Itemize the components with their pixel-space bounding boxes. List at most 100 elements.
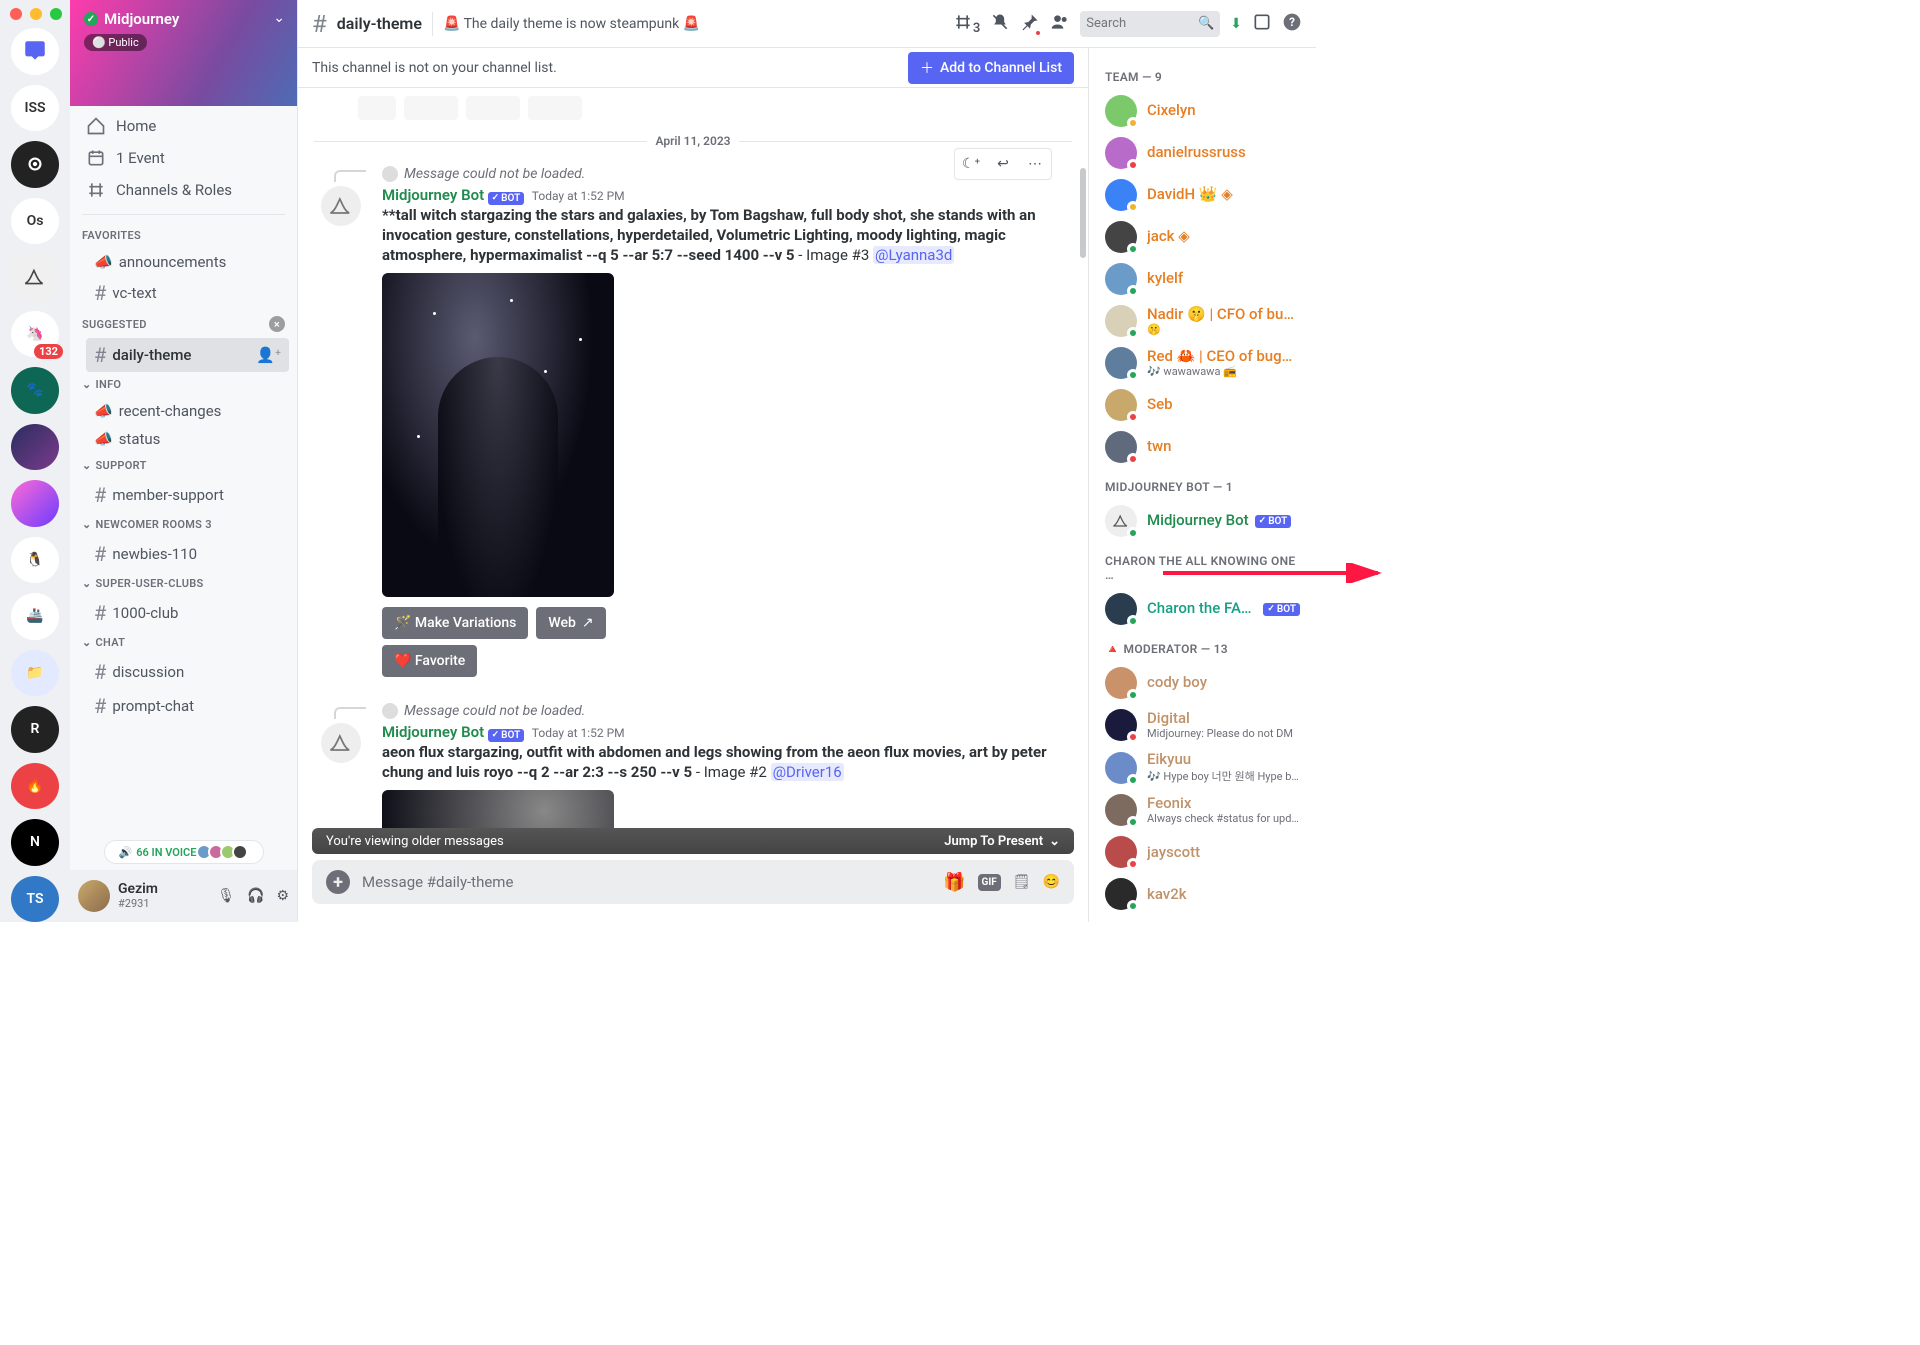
headphones-icon[interactable]: 🎧 <box>247 888 264 904</box>
emoji-icon[interactable]: 😊 <box>1043 874 1060 890</box>
sticker-icon[interactable]: 🗒 <box>1013 874 1031 890</box>
avatar[interactable] <box>321 723 361 763</box>
inbox-icon[interactable] <box>1252 12 1272 36</box>
channel-vc-text[interactable]: #vc-text <box>86 276 289 310</box>
add-to-channel-list-button[interactable]: ＋ Add to Channel List <box>908 52 1074 84</box>
member-item[interactable]: cody boy <box>1097 662 1308 704</box>
mic-icon[interactable]: 🎙 <box>217 888 235 904</box>
member-item[interactable]: kav2k <box>1097 873 1308 915</box>
channel-1000-club[interactable]: #1000-club <box>86 596 289 630</box>
nav-home[interactable]: Home <box>78 110 289 142</box>
category-info[interactable]: ⌄ INFO <box>78 372 289 397</box>
server-dm[interactable] <box>11 28 59 75</box>
member-item[interactable]: Nadir 🤫 | CFO of bug…🤫 <box>1097 300 1308 342</box>
category-superuser[interactable]: ⌄ SUPER-USER-CLUBS <box>78 571 289 596</box>
voice-pill[interactable]: 🔊 66 IN VOICE <box>104 840 264 864</box>
mention[interactable]: @Lyanna3d <box>873 246 954 264</box>
channel-newbies[interactable]: #newbies-110 <box>86 537 289 571</box>
channel-member-support[interactable]: #member-support <box>86 478 289 512</box>
server-os[interactable]: Os <box>11 198 59 245</box>
member-item[interactable]: twn <box>1097 426 1308 468</box>
gear-icon[interactable]: ⚙ <box>276 888 289 904</box>
channel-list-notice: This channel is not on your channel list… <box>298 48 1088 88</box>
make-variations-button[interactable]: 🪄 Make Variations <box>382 607 528 639</box>
jump-to-present-button[interactable]: Jump To Present ⌄ <box>944 834 1060 849</box>
window-controls[interactable] <box>10 8 62 20</box>
server-r[interactable]: R <box>11 706 59 753</box>
notice-text: This channel is not on your channel list… <box>312 60 557 76</box>
nav-channels-roles[interactable]: Channels & Roles <box>78 174 289 206</box>
composer-placeholder: Message #daily-theme <box>362 873 931 891</box>
channel-prompt-chat[interactable]: #prompt-chat <box>86 689 289 723</box>
server-paw[interactable]: 🐾 <box>11 367 59 414</box>
react-icon[interactable]: ☾⁺ <box>955 149 987 179</box>
member-item[interactable]: DigitalMidjourney: Please do not DM <box>1097 704 1308 746</box>
member-item[interactable]: Cixelyn <box>1097 90 1308 132</box>
threads-icon[interactable]: 3 <box>953 12 980 36</box>
channel-daily-theme[interactable]: #daily-theme👤⁺ <box>86 338 289 372</box>
mention[interactable]: @Driver16 <box>771 763 844 781</box>
category-chat[interactable]: ⌄ CHAT <box>78 630 289 655</box>
member-item[interactable]: jack ◈ <box>1097 216 1308 258</box>
server-gradient[interactable] <box>11 424 59 471</box>
svg-text:?: ? <box>1289 15 1295 29</box>
close-icon[interactable]: × <box>269 316 285 332</box>
category-favorites[interactable]: FAVORITES <box>78 223 289 248</box>
more-icon[interactable]: ⋯ <box>1019 149 1051 179</box>
member-item[interactable]: Red 🦀 | CEO of bugs 🐛🎶 wawawawa 📻 <box>1097 342 1308 384</box>
server-midjourney[interactable] <box>11 254 59 301</box>
member-item[interactable]: danielrussruss <box>1097 132 1308 174</box>
server-folder[interactable]: 📁 <box>11 650 59 697</box>
help-icon[interactable]: ? <box>1282 12 1302 36</box>
server-tux[interactable]: 🐧 <box>11 537 59 584</box>
channel-discussion[interactable]: #discussion <box>86 655 289 689</box>
server-n[interactable]: N <box>11 819 59 866</box>
avatar[interactable] <box>78 880 110 912</box>
gift-icon[interactable]: 🎁 <box>943 872 965 893</box>
member-item[interactable]: jayscott <box>1097 831 1308 873</box>
inbox-download-icon[interactable]: ⬇ <box>1230 16 1242 32</box>
category-support[interactable]: ⌄ SUPPORT <box>78 453 289 478</box>
chevron-down-icon[interactable]: ⌄ <box>273 10 285 26</box>
member-item[interactable]: FeonixAlways check #status for upd… <box>1097 789 1308 831</box>
member-item[interactable]: DavidH 👑 ◈ <box>1097 174 1308 216</box>
message-author[interactable]: Midjourney Bot <box>382 186 484 204</box>
channel-recent-changes[interactable]: 📣 recent-changes <box>86 397 289 425</box>
server-ts[interactable]: TS <box>11 876 59 923</box>
member-item[interactable]: Eikyuu🎶 Hype boy 너만 원해 Hype b… <box>1097 746 1308 789</box>
channel-announcements[interactable]: 📣 announcements <box>86 248 289 276</box>
member-charon[interactable]: Charon the FAQ …BOT <box>1097 588 1308 630</box>
member-item[interactable]: Seb <box>1097 384 1308 426</box>
reply-icon[interactable]: ↩ <box>987 149 1019 179</box>
attach-icon[interactable]: + <box>326 870 350 894</box>
channel-sidebar: ✓Midjourney ⚪ Public ⌄ Home 1 Event Chan… <box>70 0 298 922</box>
search-input[interactable]: Search🔍 <box>1080 11 1220 37</box>
avatar[interactable] <box>321 186 361 226</box>
server-ship[interactable]: 🚢 <box>11 593 59 640</box>
favorite-button[interactable]: ❤️ Favorite <box>382 645 477 677</box>
server-iss[interactable]: ISS <box>11 85 59 132</box>
message-composer[interactable]: + Message #daily-theme 🎁 GIF 🗒 😊 <box>312 860 1074 904</box>
channel-status[interactable]: 📣 status <box>86 425 289 453</box>
user-panel: Gezim#2931 🎙 🎧 ⚙ <box>70 870 297 922</box>
server-flame[interactable]: 🔥 <box>11 763 59 810</box>
message-author[interactable]: Midjourney Bot <box>382 723 484 741</box>
generated-image[interactable] <box>382 273 614 597</box>
member-item[interactable]: kylelf <box>1097 258 1308 300</box>
bell-mute-icon[interactable] <box>990 12 1010 36</box>
web-button[interactable]: Web ↗ <box>536 607 605 639</box>
category-newcomer[interactable]: ⌄ NEWCOMER ROOMS 3 <box>78 512 289 537</box>
member-midjourney-bot[interactable]: Midjourney BotBOT <box>1097 500 1308 542</box>
category-suggested[interactable]: SUGGESTED× <box>78 310 289 338</box>
nav-event[interactable]: 1 Event <box>78 142 289 174</box>
members-icon[interactable] <box>1050 12 1070 36</box>
server-banner[interactable]: ✓Midjourney ⚪ Public ⌄ <box>70 0 297 106</box>
server-unicorn[interactable]: 🦄132 <box>11 311 59 358</box>
scrollbar-thumb[interactable] <box>1080 168 1086 258</box>
pin-icon[interactable] <box>1020 12 1040 36</box>
gif-icon[interactable]: GIF <box>978 874 1001 891</box>
generated-image[interactable] <box>382 790 614 828</box>
server-icon[interactable] <box>11 141 59 188</box>
server-anime[interactable] <box>11 480 59 527</box>
add-person-icon[interactable]: 👤⁺ <box>256 346 281 364</box>
